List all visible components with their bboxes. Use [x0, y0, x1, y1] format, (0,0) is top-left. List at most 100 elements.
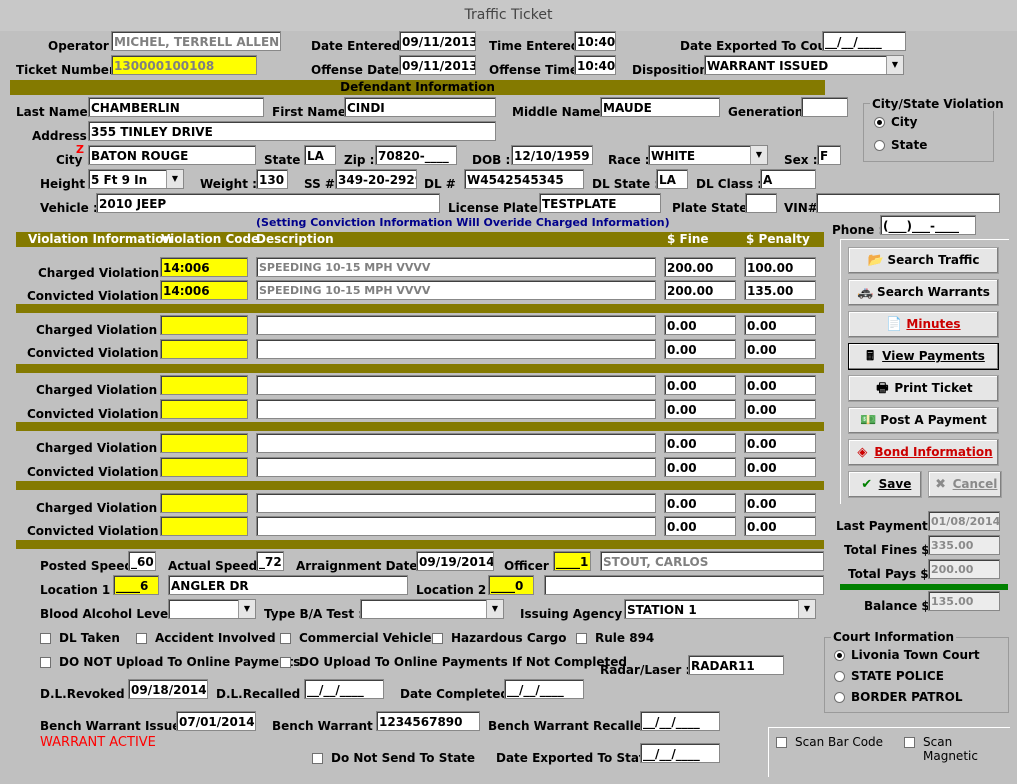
- weight-field[interactable]: 130: [256, 169, 288, 189]
- operator-field[interactable]: MICHEL, TERRELL ALLEN: [111, 31, 281, 51]
- charged-fine-field[interactable]: 0.00: [664, 433, 736, 453]
- save-button[interactable]: ✔ Save: [848, 471, 922, 498]
- date-exported-state-field[interactable]: __/__/____: [640, 743, 720, 763]
- dob-field[interactable]: 12/10/1959: [511, 145, 593, 165]
- blood-alcohol-select[interactable]: ▼: [168, 599, 256, 619]
- officer-code-field[interactable]: ____1: [553, 551, 591, 571]
- dl-class-field[interactable]: A: [760, 169, 816, 189]
- chevron-down-icon[interactable]: ▼: [886, 56, 903, 74]
- generation-field[interactable]: [801, 97, 848, 117]
- location2-name-field[interactable]: [544, 575, 824, 595]
- charged-penalty-field[interactable]: 0.00: [744, 315, 816, 335]
- location2-code-field[interactable]: ____0: [488, 575, 534, 595]
- address-field[interactable]: 355 TINLEY DRIVE: [88, 121, 496, 141]
- height-select[interactable]: 5 Ft 9 In ▼: [88, 169, 184, 189]
- convicted-code-field[interactable]: [160, 339, 248, 359]
- convicted-code-field[interactable]: [160, 516, 248, 536]
- charged-code-field[interactable]: [160, 375, 248, 395]
- bench-warrant-number-field[interactable]: 1234567890: [376, 711, 480, 731]
- convicted-desc-field[interactable]: [256, 457, 656, 477]
- charged-desc-field[interactable]: [256, 433, 656, 453]
- location1-code-field[interactable]: ____6: [113, 575, 159, 595]
- dl-field[interactable]: W4542545345: [464, 169, 584, 189]
- charged-desc-field[interactable]: [256, 315, 656, 335]
- offense-date-field[interactable]: 09/11/2013: [399, 55, 476, 75]
- convicted-fine-field[interactable]: 0.00: [664, 457, 736, 477]
- plate-state-field[interactable]: [745, 193, 777, 213]
- court-livonia-radio[interactable]: [834, 650, 845, 661]
- convicted-desc-field[interactable]: SPEEDING 10-15 MPH VVVV: [256, 280, 656, 300]
- convicted-penalty-field[interactable]: 0.00: [744, 399, 816, 419]
- post-payment-button[interactable]: 💵 Post A Payment: [848, 407, 999, 434]
- convicted-desc-field[interactable]: [256, 339, 656, 359]
- race-select[interactable]: WHITE ▼: [648, 145, 768, 165]
- commercial-vehicle-checkbox[interactable]: [280, 633, 291, 644]
- ba-test-select[interactable]: ▼: [360, 599, 504, 619]
- charged-code-field[interactable]: [160, 493, 248, 513]
- charged-code-field[interactable]: [160, 315, 248, 335]
- print-ticket-button[interactable]: 🖶 Print Ticket: [848, 375, 999, 402]
- date-exported-court-field[interactable]: __/__/____: [822, 31, 906, 51]
- first-name-field[interactable]: CINDI: [344, 97, 496, 117]
- view-payments-button[interactable]: 🖩 View Payments: [848, 343, 999, 370]
- last-name-field[interactable]: CHAMBERLIN: [88, 97, 264, 117]
- do-upload-checkbox[interactable]: [280, 657, 291, 668]
- bond-information-button[interactable]: ◈ Bond Information: [848, 439, 999, 466]
- vin-field[interactable]: [816, 193, 1000, 213]
- charged-fine-field[interactable]: 200.00: [664, 257, 736, 277]
- bench-warrant-recalled-field[interactable]: __/__/____: [640, 711, 720, 731]
- charged-penalty-field[interactable]: 0.00: [744, 433, 816, 453]
- actual-speed-field[interactable]: _72: [256, 551, 284, 571]
- convicted-fine-field[interactable]: 200.00: [664, 280, 736, 300]
- charged-penalty-field[interactable]: 0.00: [744, 375, 816, 395]
- chevron-down-icon[interactable]: ▼: [166, 170, 183, 188]
- convicted-desc-field[interactable]: [256, 516, 656, 536]
- court-state-police-radio[interactable]: [834, 671, 845, 682]
- scan-magnetic-checkbox[interactable]: [904, 737, 915, 748]
- chevron-down-icon[interactable]: ▼: [798, 600, 815, 618]
- charged-desc-field[interactable]: SPEEDING 10-15 MPH VVVV: [256, 257, 656, 277]
- convicted-penalty-field[interactable]: 135.00: [744, 280, 816, 300]
- convicted-penalty-field[interactable]: 0.00: [744, 339, 816, 359]
- disposition-select[interactable]: WARRANT ISSUED ▼: [704, 55, 904, 75]
- do-not-send-state-checkbox[interactable]: [312, 753, 323, 764]
- convicted-penalty-field[interactable]: 0.00: [744, 457, 816, 477]
- convicted-fine-field[interactable]: 0.00: [664, 516, 736, 536]
- dl-state-field[interactable]: LA: [656, 169, 688, 189]
- chevron-down-icon[interactable]: ▼: [238, 600, 255, 618]
- arraignment-date-field[interactable]: 09/19/2014: [416, 551, 494, 571]
- bench-warrant-issued-field[interactable]: 07/01/2014: [176, 711, 256, 731]
- charged-code-field[interactable]: [160, 433, 248, 453]
- do-not-upload-checkbox[interactable]: [40, 657, 51, 668]
- vehicle-field[interactable]: 2010 JEEP: [96, 193, 440, 213]
- location1-name-field[interactable]: ANGLER DR: [168, 575, 408, 595]
- city-field[interactable]: BATON ROUGE: [88, 145, 256, 165]
- chevron-down-icon[interactable]: ▼: [750, 146, 767, 164]
- state-radio[interactable]: [874, 140, 885, 151]
- ss-field[interactable]: 349-20-2929: [335, 169, 417, 189]
- phone-field[interactable]: (___)___-____: [880, 215, 976, 235]
- convicted-fine-field[interactable]: 0.00: [664, 399, 736, 419]
- rule-894-checkbox[interactable]: [576, 633, 587, 644]
- convicted-fine-field[interactable]: 0.00: [664, 339, 736, 359]
- search-warrants-button[interactable]: 🚓 Search Warrants: [848, 279, 999, 306]
- time-entered-field[interactable]: 10:40: [574, 31, 616, 51]
- scan-bar-code-checkbox[interactable]: [776, 737, 787, 748]
- city-radio[interactable]: [874, 117, 885, 128]
- convicted-code-field[interactable]: 14:006: [160, 280, 248, 300]
- sex-field[interactable]: F: [817, 145, 841, 165]
- convicted-desc-field[interactable]: [256, 399, 656, 419]
- charged-desc-field[interactable]: [256, 375, 656, 395]
- charged-fine-field[interactable]: 0.00: [664, 493, 736, 513]
- radar-laser-field[interactable]: RADAR11: [688, 655, 784, 675]
- dl-recalled-field[interactable]: __/__/____: [304, 679, 384, 699]
- charged-penalty-field[interactable]: 100.00: [744, 257, 816, 277]
- convicted-penalty-field[interactable]: 0.00: [744, 516, 816, 536]
- dl-taken-checkbox[interactable]: [40, 633, 51, 644]
- hazardous-cargo-checkbox[interactable]: [432, 633, 443, 644]
- charged-penalty-field[interactable]: 0.00: [744, 493, 816, 513]
- charged-fine-field[interactable]: 0.00: [664, 315, 736, 335]
- zip-field[interactable]: 70820-____: [375, 145, 457, 165]
- license-plate-field[interactable]: TESTPLATE: [539, 193, 661, 213]
- minutes-button[interactable]: 📄 Minutes: [848, 311, 999, 338]
